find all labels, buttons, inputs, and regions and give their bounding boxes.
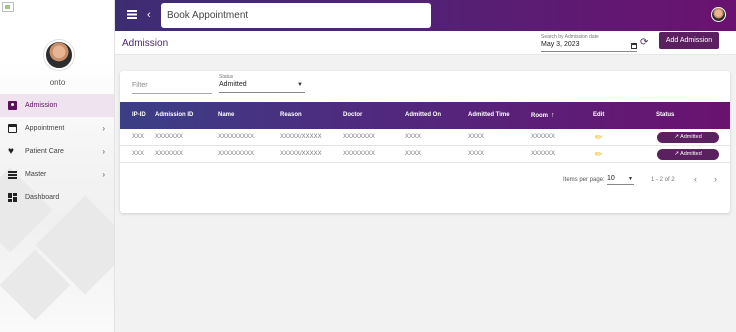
cell-admission-id: XXXXXXX xyxy=(155,151,184,157)
refresh-icon[interactable]: ⟳ xyxy=(640,37,648,48)
status-value: Admitted xyxy=(219,81,247,88)
col-name[interactable]: Name xyxy=(218,112,234,118)
avatar xyxy=(44,40,74,70)
table-row[interactable]: XXX XXXXXXX XXXXXXXXX XXXXX/XXXXX XXXXXX… xyxy=(120,146,730,163)
cell-reason: XXXXX/XXXXX xyxy=(280,134,322,140)
sidebar-item-label: Master xyxy=(25,171,47,178)
sidebar-item-label: Admission xyxy=(25,102,58,109)
col-admitted-on[interactable]: Admitted On xyxy=(405,112,441,118)
col-room[interactable]: Room ↑ xyxy=(531,112,555,119)
status-badge-label: Admitted xyxy=(680,151,702,157)
add-admission-button[interactable]: Add Admission xyxy=(659,32,719,49)
calendar-icon xyxy=(8,124,17,133)
sidebar-item-label: Patient Care xyxy=(25,148,64,155)
chevron-left-icon[interactable]: ‹ xyxy=(147,8,151,22)
sidebar-item-appointment[interactable]: Appointment › xyxy=(0,117,114,140)
table-header: IP-ID Admission ID Name Reason Doctor Ad… xyxy=(120,102,730,129)
cell-admitted-on: XXXX xyxy=(405,151,422,157)
sidebar-item-label: Dashboard xyxy=(25,194,60,201)
col-ip-id[interactable]: IP-ID xyxy=(132,112,146,118)
col-admitted-time[interactable]: Admitted Time xyxy=(468,112,510,118)
status-badge[interactable]: ↗ Admitted xyxy=(657,132,719,143)
chevron-left-icon[interactable]: ‹ xyxy=(694,174,697,184)
cell-admitted-time: XXXX xyxy=(468,134,485,140)
cell-admitted-on: XXXX xyxy=(405,134,422,140)
cell-room: XXXXXX xyxy=(531,134,556,140)
col-status[interactable]: Status xyxy=(656,112,674,118)
search-input[interactable]: Book Appointment xyxy=(161,3,431,28)
cell-name: XXXXXXXXX xyxy=(218,151,255,157)
status-badge-label: Admitted xyxy=(680,134,702,140)
col-doctor[interactable]: Doctor xyxy=(343,112,362,118)
sidebar-item-patient-care[interactable]: ♥ Patient Care › xyxy=(0,140,114,163)
menu-icon[interactable] xyxy=(127,10,137,19)
col-edit: Edit xyxy=(593,112,605,118)
date-value: May 3, 2023 xyxy=(541,41,580,48)
top-bar: ‹ Book Appointment xyxy=(115,0,736,31)
col-admission-id[interactable]: Admission ID xyxy=(155,112,193,118)
badge-icon xyxy=(8,101,17,110)
user-name: onto xyxy=(49,78,66,87)
date-input[interactable]: May 3, 2023 xyxy=(541,41,637,52)
items-per-page-value: 10 xyxy=(607,175,615,182)
col-reason[interactable]: Reason xyxy=(280,112,302,118)
profile-avatar[interactable] xyxy=(711,7,726,22)
chevron-right-icon[interactable]: › xyxy=(714,174,717,184)
list-icon xyxy=(8,170,17,179)
pencil-icon[interactable]: ✏ xyxy=(595,132,603,143)
chevron-right-icon: › xyxy=(102,124,105,133)
admission-card: Filter Status Admitted ▼ IP-ID Admission… xyxy=(120,71,730,213)
col-room-label: Room xyxy=(531,113,548,119)
chevron-right-icon: › xyxy=(102,170,105,179)
cell-ip-id: XXX xyxy=(132,151,145,157)
chevron-right-icon: › xyxy=(102,147,105,156)
date-field-label: Search by Admission date xyxy=(541,34,599,40)
cell-room: XXXXXX xyxy=(531,151,556,157)
status-badge[interactable]: ↗ Admitted xyxy=(657,149,719,160)
filter-input[interactable]: Filter xyxy=(132,81,212,94)
cell-name: XXXXXXXXX xyxy=(218,134,255,140)
cell-admitted-time: XXXX xyxy=(468,151,485,157)
sidebar-item-admission[interactable]: Admission xyxy=(0,94,114,117)
sidebar-item-dashboard[interactable]: Dashboard xyxy=(0,186,114,209)
items-per-page-select[interactable]: 10 ▼ xyxy=(607,175,634,185)
cell-reason: XXXXX/XXXXX xyxy=(280,151,322,157)
cell-admission-id: XXXXXXX xyxy=(155,134,184,140)
cell-doctor: XXXXXXXX xyxy=(343,134,376,140)
status-label: Status xyxy=(219,74,234,80)
sidebar-nav: Admission Appointment › ♥ Patient Care ›… xyxy=(0,94,114,209)
paginator: Items per page: 10 ▼ 1 - 2 of 2 ‹ › xyxy=(120,173,730,187)
dropdown-caret-icon: ▼ xyxy=(628,176,633,182)
sidebar: onto Admission Appointment › ♥ Patient C… xyxy=(0,0,115,332)
logo-image xyxy=(2,2,14,12)
page-header: Admission Search by Admission date May 3… xyxy=(115,31,736,55)
dashboard-icon xyxy=(8,193,17,202)
admission-date-field[interactable]: Search by Admission date May 3, 2023 xyxy=(541,34,637,52)
cell-doctor: XXXXXXXX xyxy=(343,151,376,157)
calendar-icon[interactable] xyxy=(631,43,637,49)
status-select[interactable]: Status Admitted ▼ xyxy=(219,74,305,93)
status-value-box[interactable]: Admitted ▼ xyxy=(219,81,305,93)
cell-ip-id: XXX xyxy=(132,134,145,140)
sort-arrow-up-icon: ↑ xyxy=(551,112,555,119)
heart-icon: ♥ xyxy=(8,146,14,157)
pencil-icon[interactable]: ✏ xyxy=(595,149,603,160)
sidebar-item-master[interactable]: Master › xyxy=(0,163,114,186)
dropdown-caret-icon: ▼ xyxy=(297,82,303,88)
page-title: Admission xyxy=(122,38,169,49)
sidebar-item-label: Appointment xyxy=(25,125,65,132)
table-row[interactable]: XXX XXXXXXX XXXXXXXXX XXXXX/XXXXX XXXXXX… xyxy=(120,129,730,146)
page-range: 1 - 2 of 2 xyxy=(651,177,675,183)
items-per-page-label: Items per page: xyxy=(563,177,605,183)
